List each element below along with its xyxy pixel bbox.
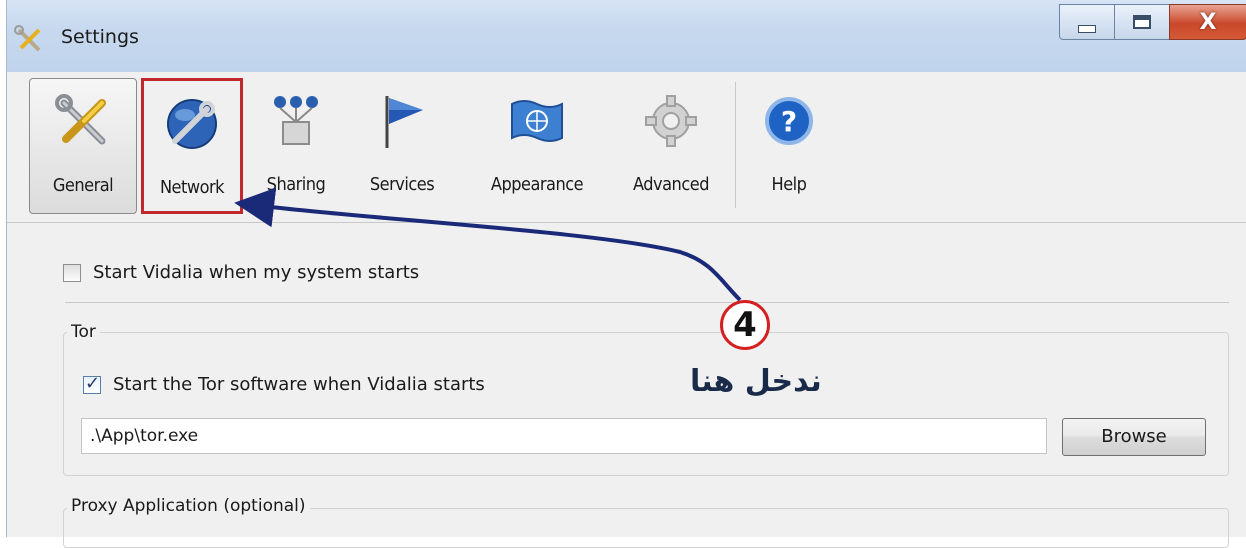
step-number-badge: 4 [720,300,770,350]
annotation-label: ندخل هنا [690,364,822,399]
annotation-arrow [234,187,742,302]
